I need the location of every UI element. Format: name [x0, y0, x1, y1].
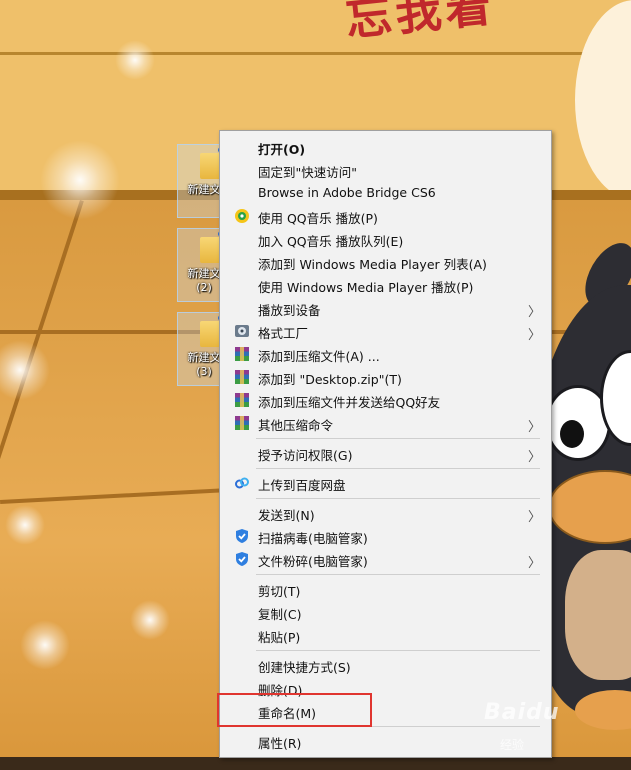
- menu-item-label: 添加到 Windows Media Player 列表(A): [258, 257, 487, 272]
- menu-item-label: 属性(R): [258, 736, 302, 751]
- menu-item-label: 添加到压缩文件(A) ...: [258, 349, 380, 364]
- menu-item-label: 使用 Windows Media Player 播放(P): [258, 280, 474, 295]
- menu-item-grant-access[interactable]: 授予访问权限(G) 〉: [222, 442, 549, 465]
- taskbar-strip: [0, 757, 631, 770]
- chevron-right-icon: 〉: [527, 510, 541, 525]
- menu-item-label: 使用 QQ音乐 播放(P): [258, 211, 378, 226]
- menu-item-label: 创建快捷方式(S): [258, 660, 351, 675]
- light-glow: [130, 600, 170, 640]
- menu-item-label: 扫描病毒(电脑管家): [258, 531, 368, 546]
- menu-item-send-to[interactable]: 发送到(N) 〉: [222, 502, 549, 525]
- menu-item-label: 添加到 "Desktop.zip"(T): [258, 372, 402, 387]
- menu-separator: [256, 498, 540, 499]
- menu-item-wmp-add-list[interactable]: 添加到 Windows Media Player 列表(A): [222, 251, 549, 274]
- menu-item-label: 上传到百度网盘: [258, 478, 346, 493]
- bird-pupil: [560, 420, 584, 448]
- menu-item-copy[interactable]: 复制(C): [222, 601, 549, 624]
- qq-music-icon: [235, 209, 249, 223]
- light-glow: [5, 505, 45, 545]
- menu-separator: [256, 468, 540, 469]
- menu-item-file-shredder[interactable]: 文件粉碎(电脑管家) 〉: [222, 548, 549, 571]
- menu-item-open[interactable]: 打开(O): [222, 136, 549, 159]
- baidu-netdisk-icon: [235, 477, 249, 489]
- winrar-icon: [235, 416, 249, 430]
- chevron-right-icon: 〉: [527, 450, 541, 465]
- menu-item-label: 剪切(T): [258, 584, 301, 599]
- rename-highlight-box: [217, 693, 372, 727]
- menu-item-cast-to-device[interactable]: 播放到设备 〉: [222, 297, 549, 320]
- menu-item-label: 播放到设备: [258, 303, 321, 318]
- menu-item-label: 格式工厂: [258, 326, 309, 341]
- menu-item-label: 文件粉碎(电脑管家): [258, 554, 368, 569]
- winrar-icon: [235, 347, 249, 361]
- menu-item-label: 添加到压缩文件并发送给QQ好友: [258, 395, 441, 410]
- wall-trim: [0, 52, 631, 55]
- light-glow: [115, 40, 155, 80]
- chevron-right-icon: 〉: [527, 556, 541, 571]
- context-menu: 打开(O) 固定到"快速访问" Browse in Adobe Bridge C…: [219, 130, 552, 758]
- menu-separator: [256, 574, 540, 575]
- menu-item-qq-music-play[interactable]: 使用 QQ音乐 播放(P): [222, 205, 549, 228]
- menu-item-label: 粘贴(P): [258, 630, 301, 645]
- menu-item-qq-music-queue[interactable]: 加入 QQ音乐 播放队列(E): [222, 228, 549, 251]
- baidu-watermark: Baidu: [484, 700, 560, 725]
- menu-item-label: 发送到(N): [258, 508, 315, 523]
- menu-item-label: 授予访问权限(G): [258, 448, 353, 463]
- menu-item-virus-scan[interactable]: 扫描病毒(电脑管家): [222, 525, 549, 548]
- winrar-icon: [235, 393, 249, 407]
- menu-item-format-factory[interactable]: 格式工厂 〉: [222, 320, 549, 343]
- chevron-right-icon: 〉: [527, 328, 541, 343]
- menu-item-wmp-play[interactable]: 使用 Windows Media Player 播放(P): [222, 274, 549, 297]
- format-factory-icon: [235, 325, 249, 337]
- light-glow: [40, 140, 120, 220]
- menu-item-adobe-bridge[interactable]: Browse in Adobe Bridge CS6: [222, 182, 549, 205]
- menu-item-pin-quick-access[interactable]: 固定到"快速访问": [222, 159, 549, 182]
- menu-separator: [256, 650, 540, 651]
- menu-item-label: Browse in Adobe Bridge CS6: [258, 185, 436, 200]
- menu-item-label: 固定到"快速访问": [258, 165, 357, 180]
- chevron-right-icon: 〉: [527, 420, 541, 435]
- menu-item-label: 加入 QQ音乐 播放队列(E): [258, 234, 404, 249]
- menu-item-label: 打开(O): [258, 142, 306, 157]
- menu-item-archive-send-qq[interactable]: 添加到压缩文件并发送给QQ好友: [222, 389, 549, 412]
- menu-item-add-to-archive[interactable]: 添加到压缩文件(A) ...: [222, 343, 549, 366]
- menu-item-paste[interactable]: 粘贴(P): [222, 624, 549, 647]
- menu-item-other-archive-commands[interactable]: 其他压缩命令 〉: [222, 412, 549, 435]
- menu-separator: [256, 438, 540, 439]
- menu-item-upload-baidu[interactable]: 上传到百度网盘: [222, 472, 549, 495]
- pc-manager-shield-icon: [236, 552, 248, 566]
- menu-item-create-shortcut[interactable]: 创建快捷方式(S): [222, 654, 549, 677]
- baidu-watermark-sub: 经验: [500, 738, 525, 752]
- menu-item-add-to-desktop-zip[interactable]: 添加到 "Desktop.zip"(T): [222, 366, 549, 389]
- menu-item-cut[interactable]: 剪切(T): [222, 578, 549, 601]
- light-glow: [20, 620, 70, 670]
- menu-item-label: 其他压缩命令: [258, 418, 334, 433]
- bird-belly: [565, 550, 631, 680]
- pc-manager-shield-icon: [236, 529, 248, 543]
- menu-item-label: 复制(C): [258, 607, 302, 622]
- winrar-icon: [235, 370, 249, 384]
- chevron-right-icon: 〉: [527, 305, 541, 320]
